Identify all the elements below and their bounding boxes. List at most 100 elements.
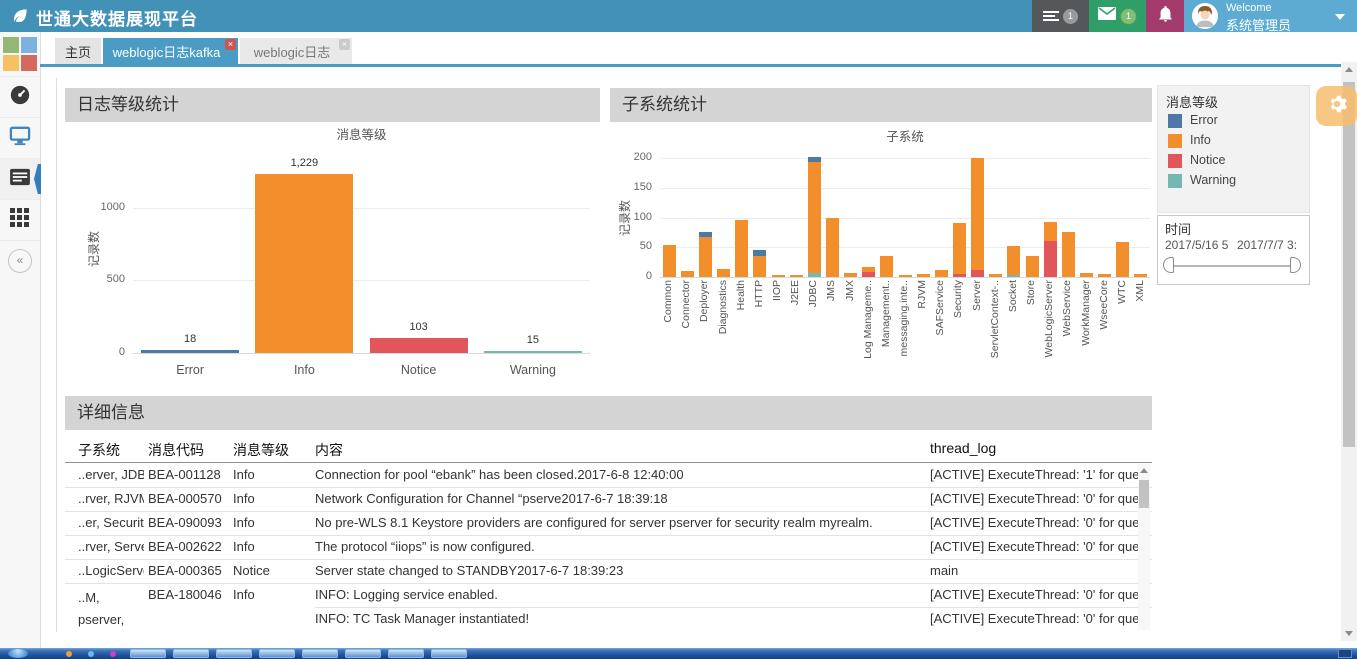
bar-segment-error[interactable] [699,232,712,237]
bar-segment-info[interactable] [953,223,966,274]
x-category-label: Socket [1007,280,1021,385]
table-row[interactable]: ..M, pserver, WTCBEA-180046InfoINFO: Log… [65,584,1152,608]
column-header-3[interactable]: 内容 [315,440,920,460]
legend-item[interactable]: Warning [1168,172,1308,192]
taskbar-button[interactable] [345,649,381,658]
bar-error[interactable] [141,350,239,353]
legend-item[interactable]: Info [1168,132,1308,152]
mail-button[interactable]: 1 [1089,0,1146,32]
bar-segment-notice[interactable] [971,270,984,277]
bar-segment-info[interactable] [971,158,984,270]
tab-close-icon[interactable]: × [225,39,236,50]
bar-segment-error[interactable] [753,250,766,256]
bar-segment-info[interactable] [735,220,748,277]
quicklaunch-icon[interactable] [66,651,72,657]
table-row[interactable]: ..rver, RJVMBEA-000570InfoNetwork Config… [65,488,1152,512]
bar-notice[interactable] [370,338,468,353]
time-slider-handle-start[interactable] [1163,257,1174,273]
bar-segment-info[interactable] [935,270,948,277]
tab-close-icon[interactable]: × [339,39,350,50]
bar-segment-info[interactable] [1098,274,1111,277]
bar-segment-error[interactable] [808,157,821,162]
bar-segment-warning[interactable] [1007,275,1020,277]
sidebar-collapse-button[interactable]: « [0,241,40,281]
bell-button[interactable] [1146,0,1184,32]
column-header-4[interactable]: thread_log [930,440,1138,456]
bar-segment-notice[interactable] [953,274,966,277]
page-scrollbar-thumb[interactable] [1343,82,1355,447]
quicklaunch-icon[interactable] [110,651,116,657]
sidebar-item-dashboard[interactable] [0,77,40,118]
table-row[interactable]: ..er, SecurityBEA-090093InfoNo pre-WLS 8… [65,512,1152,536]
bar-segment-info[interactable] [717,269,730,277]
column-header-2[interactable]: 消息等级 [233,440,311,460]
gridline [133,280,590,281]
sidebar-item-report-list[interactable] [0,159,40,200]
taskbar-button[interactable] [130,649,166,658]
taskbar-button[interactable] [173,649,209,658]
grid-icon [10,208,30,233]
taskbar-button[interactable] [302,649,338,658]
bar-segment-info[interactable] [989,274,1002,277]
time-slider-track[interactable] [1168,265,1298,267]
bar-value-label: 18 [150,333,230,345]
legend-item[interactable]: Error [1168,112,1308,132]
column-header-0[interactable]: 子系统 [78,440,144,460]
table-scrollbar[interactable] [1138,464,1150,630]
bar-segment-info[interactable] [790,275,803,277]
bar-segment-info[interactable] [1062,232,1075,277]
bar-segment-warning[interactable] [808,273,821,277]
bar-segment-info[interactable] [772,275,785,277]
sidebar-item-grid[interactable] [0,200,40,241]
bar-segment-info[interactable] [1116,242,1129,277]
bar-segment-notice[interactable] [1044,241,1057,277]
tab-weblogic-kafka[interactable]: weblogic日志kafka × [103,38,238,64]
bar-segment-info[interactable] [844,273,857,277]
bar-warning[interactable] [484,351,582,353]
bar-segment-info[interactable] [862,267,875,272]
bar-segment-info[interactable] [753,256,766,277]
bar-segment-info[interactable] [1134,274,1147,277]
user-menu[interactable]: Welcome 系统管理员 [1184,0,1357,32]
bar-segment-info[interactable] [917,274,930,277]
menu-button[interactable]: 1 [1032,0,1089,32]
quicklaunch-icon[interactable] [88,651,94,657]
table-row[interactable]: INFO: TC Task Manager instantiated![ACTI… [65,608,1152,631]
start-orb[interactable] [8,649,28,658]
bar-segment-info[interactable] [880,256,893,277]
table-row[interactable]: ..rver, ServerBEA-002622InfoThe protocol… [65,536,1152,560]
table-row[interactable]: ..LogicServerBEA-000365NoticeServer stat… [65,560,1152,584]
x-category-label: J2EE [789,280,803,385]
time-slider-handle-end[interactable] [1290,257,1301,273]
bar-segment-info[interactable] [1080,273,1093,277]
cell-subsystem: ..LogicServer [78,563,144,578]
bar-segment-info[interactable] [899,275,912,277]
tray-item[interactable] [1338,649,1352,658]
table-scrollbar-thumb[interactable] [1139,480,1149,508]
bar-segment-info[interactable] [1026,256,1039,277]
column-header-1[interactable]: 消息代码 [148,440,228,460]
bar-info[interactable] [255,174,353,353]
taskbar-button[interactable] [431,649,467,658]
x-category-label: Health [735,280,749,385]
taskbar-button[interactable] [259,649,295,658]
settings-gear-button[interactable] [1316,86,1357,126]
bar-segment-info[interactable] [699,237,712,277]
bar-segment-info[interactable] [826,218,839,277]
tab-weblogic[interactable]: weblogic日志 × [240,38,352,64]
tab-home[interactable]: 主页 [55,38,101,64]
bar-segment-info[interactable] [681,271,694,277]
legend-item[interactable]: Notice [1168,152,1308,172]
time-filter-panel: 时间 2017/5/16 5 2017/7/7 3: [1157,215,1310,285]
taskbar-button[interactable] [216,649,252,658]
bar-segment-notice[interactable] [862,272,875,277]
cell-level: Info [233,467,311,482]
sidebar-item-monitor[interactable] [0,118,40,159]
bar-segment-info[interactable] [808,162,821,273]
table-row[interactable]: ..erver, JDBCBEA-001128InfoConnection fo… [65,464,1152,488]
page-scrollbar[interactable] [1341,62,1357,641]
bar-segment-info[interactable] [663,245,676,277]
taskbar-button[interactable] [388,649,424,658]
bar-segment-info[interactable] [1044,222,1057,241]
bar-segment-info[interactable] [1007,246,1020,275]
